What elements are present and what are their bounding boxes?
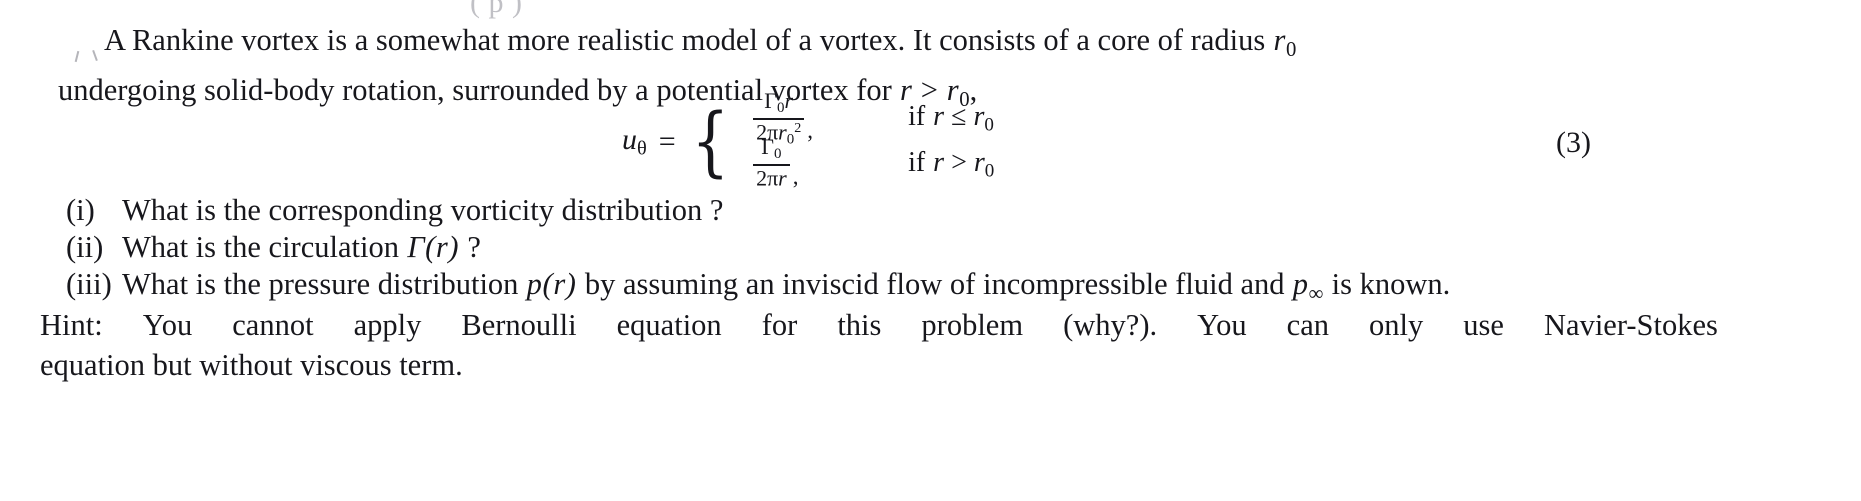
hint-line-1: Hint: You cannot apply Bernoulli equation for t… (40, 305, 1718, 345)
case-2-numerator: Γ0 (761, 134, 782, 163)
question-item-iii: (iii) What is the pressure distribution … (66, 266, 1450, 305)
equation-body: uθ = { Γ0r 2πr02 , if r ≤ r0 Γ0 2πr , if… (622, 89, 995, 189)
pressure-p-infinity-math: p∞ (1284, 267, 1324, 305)
hint-word: use (1463, 308, 1504, 342)
case-1-condition: if r ≤ r0 (908, 101, 994, 136)
question-text-ii: What is the circulation Γ(r) ? (122, 230, 481, 264)
hint-word: apply (353, 308, 422, 342)
question-item-ii: (ii) What is the circulation Γ(r) ? (66, 229, 1450, 266)
hint-word: equation (616, 308, 722, 342)
display-equation-3: uθ = { Γ0r 2πr02 , if r ≤ r0 Γ0 2πr , if… (0, 89, 1861, 189)
case-2-value: Γ0 2πr , (752, 134, 864, 193)
equation-equals-sign: = (658, 125, 676, 158)
question-item-i: (i) What is the corresponding vorticity … (66, 192, 1450, 229)
clipped-top-text-artifact: ( p ) (470, 0, 523, 19)
pressure-p-r-math: p(r) (518, 267, 585, 301)
equation-case-row: Γ0 2πr , if r > r0 (752, 135, 995, 189)
question-list: (i) What is the corresponding vorticity … (66, 192, 1450, 305)
case-2-fraction: Γ0 2πr (752, 134, 791, 193)
equation-cases: Γ0r 2πr02 , if r ≤ r0 Γ0 2πr , if r > r0 (736, 89, 995, 189)
case-2-denominator: 2πr (756, 164, 787, 190)
hint-word: Hint: (40, 308, 103, 342)
case-2-condition: if r > r0 (908, 147, 995, 182)
case-2-comma: , (792, 163, 799, 189)
question-marker-iii: (iii) (66, 267, 112, 301)
hint-word: You (1197, 308, 1247, 342)
radius-r0-inline-math: r0 (1265, 23, 1297, 61)
hint-word: (why?). (1063, 308, 1158, 342)
circulation-gamma-r-math: Γ(r) (398, 230, 468, 264)
intro-paragraph-line-1: A Rankine vortex is a somewhat more real… (58, 20, 1296, 70)
question-text-i: What is the corresponding vorticity dist… (122, 193, 724, 227)
question-marker-i: (i) (66, 193, 95, 227)
hint-word: cannot (232, 308, 314, 342)
hint-word: can (1286, 308, 1329, 342)
hint-word: Bernoulli (461, 308, 577, 342)
hint-paragraph: Hint: You cannot apply Bernoulli equation for t… (40, 305, 1718, 385)
document-page: ( p ) A Rankine vortex is a somewhat mor… (0, 0, 1861, 501)
equation-number-label: (3) (1556, 126, 1591, 159)
hint-word: You (142, 308, 193, 342)
hint-word: for (761, 308, 798, 342)
intro-line-1-text: A Rankine vortex is a somewhat more real… (104, 23, 1266, 57)
hint-line-2: equation but without viscous term. (40, 348, 463, 382)
equation-case-row: Γ0r 2πr02 , if r ≤ r0 (752, 89, 994, 147)
case-1-numerator: Γ0r (764, 88, 794, 117)
hint-word: this (837, 308, 882, 342)
equation-lhs-u-theta: uθ (622, 123, 647, 160)
question-marker-ii: (ii) (66, 230, 104, 264)
hint-word: problem (921, 308, 1024, 342)
hint-word: Navier-Stokes (1544, 308, 1718, 342)
hint-word: only (1369, 308, 1424, 342)
